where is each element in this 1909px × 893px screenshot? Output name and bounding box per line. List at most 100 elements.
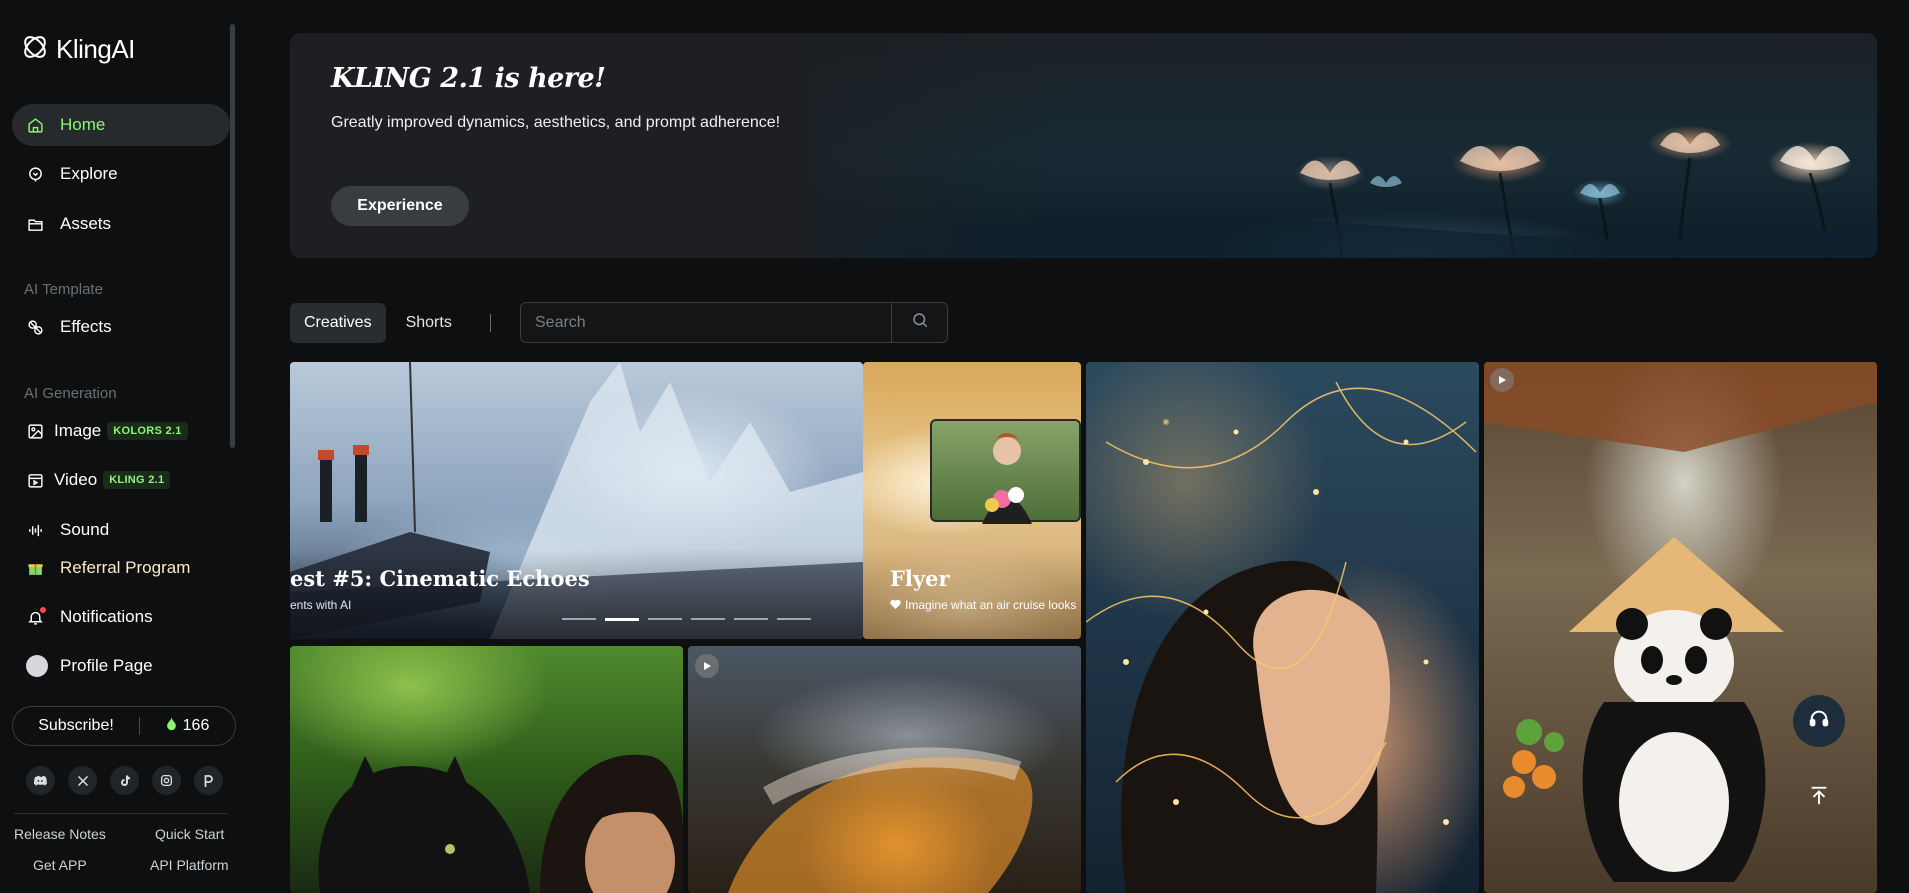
folder-icon (26, 215, 44, 233)
sidebar-item-label: Assets (60, 214, 112, 233)
carousel-subtitle: ents with AI (290, 598, 352, 612)
effects-icon (26, 318, 44, 336)
section-label-ai-generation: AI Generation (24, 385, 117, 402)
discord-icon[interactable] (26, 766, 55, 795)
carousel-dot[interactable] (691, 618, 725, 620)
api-platform-link[interactable]: API Platform (150, 857, 229, 873)
sidebar-item-label: Video (54, 470, 98, 489)
tiktok-icon[interactable] (110, 766, 139, 795)
tab-shorts[interactable]: Shorts (392, 303, 466, 343)
carousel-dot[interactable] (562, 618, 596, 620)
release-notes-link[interactable]: Release Notes (14, 826, 106, 842)
play-icon (695, 654, 719, 678)
get-app-link[interactable]: Get APP (33, 857, 87, 873)
sidebar-item-referral[interactable]: Referral Program (12, 547, 230, 589)
sidebar-item-image[interactable]: Image KOLORS 2.1 (12, 410, 230, 452)
bell-icon (26, 607, 46, 626)
sidebar-item-label: Home (60, 115, 106, 134)
heart-icon (890, 598, 901, 612)
panther-silhouette (318, 754, 683, 893)
gift-icon (26, 559, 44, 577)
notification-dot (40, 607, 46, 613)
p-icon[interactable] (194, 766, 223, 795)
carousel-dot[interactable] (777, 618, 811, 620)
social-links (26, 766, 223, 795)
hero-banner[interactable]: KLING 2.1 is here! Greatly improved dyna… (290, 33, 1877, 258)
sound-wave-icon (26, 521, 44, 539)
banner-title: KLING 2.1 is here! (331, 63, 606, 94)
sidebar: KlingAI Home Explore Assets AI Template (0, 0, 240, 893)
sparkle-girl-card[interactable] (1086, 362, 1479, 893)
sidebar-scrollbar[interactable] (230, 24, 235, 448)
x-icon[interactable] (68, 766, 97, 795)
carousel-title: est #5: Cinematic Echoes (290, 566, 590, 591)
flyer-card[interactable]: Flyer Imagine what an air cruise looks (863, 362, 1081, 639)
flyer-subtitle: Imagine what an air cruise looks (905, 598, 1077, 612)
sidebar-item-notifications[interactable]: Notifications (12, 596, 230, 638)
image-icon (26, 422, 44, 440)
tab-creatives[interactable]: Creatives (290, 303, 386, 343)
sidebar-item-label: Effects (60, 317, 112, 336)
credits-display[interactable]: 166 (140, 716, 235, 736)
subscribe-button[interactable]: Subscribe! (13, 717, 139, 735)
sidebar-item-label: Referral Program (60, 558, 191, 577)
banner-subtitle: Greatly improved dynamics, aesthetics, a… (331, 114, 781, 131)
croissant-shape (728, 747, 1033, 893)
carousel-dot-active[interactable] (605, 618, 639, 621)
content-tabs: Creatives Shorts (290, 303, 505, 343)
sidebar-item-effects[interactable]: Effects (12, 306, 230, 348)
croissant-card[interactable] (688, 646, 1081, 893)
tab-divider (489, 314, 491, 332)
section-label-ai-template: AI Template (24, 281, 103, 298)
flyer-window-image (930, 419, 1081, 524)
instagram-icon[interactable] (152, 766, 181, 795)
model-badge: KOLORS 2.1 (107, 422, 188, 440)
sidebar-item-label: Profile Page (60, 656, 153, 675)
flyer-title: Flyer (890, 566, 950, 591)
sidebar-item-home[interactable]: Home (12, 104, 230, 146)
quick-start-link[interactable]: Quick Start (155, 826, 224, 842)
sidebar-item-label: Notifications (60, 607, 153, 626)
explore-icon (26, 165, 44, 183)
support-button[interactable] (1793, 695, 1845, 747)
panda-shape (1484, 362, 1877, 882)
headset-icon (1808, 708, 1830, 735)
banner-gradient (690, 33, 1070, 258)
home-icon (26, 116, 44, 134)
video-icon (26, 471, 44, 489)
scroll-to-top-button[interactable] (1806, 785, 1832, 811)
sidebar-item-label: Sound (60, 520, 110, 539)
app-root: KlingAI Home Explore Assets AI Template (0, 0, 1909, 893)
carousel-dot[interactable] (734, 618, 768, 620)
sidebar-item-profile[interactable]: Profile Page (12, 645, 230, 687)
arrow-up-icon (1808, 785, 1830, 812)
carousel-dots (562, 618, 811, 621)
search-icon (911, 311, 929, 334)
sidebar-item-label: Image (54, 421, 102, 440)
caption-gradient (290, 549, 863, 639)
credits-leaf-icon (166, 716, 177, 736)
avatar (26, 655, 48, 677)
subscribe-box: Subscribe! 166 (12, 706, 236, 746)
panther-card[interactable] (290, 646, 683, 893)
search-input[interactable] (521, 303, 891, 342)
carousel-card[interactable]: est #5: Cinematic Echoes ents with AI (290, 362, 863, 639)
caption-gradient (863, 549, 1081, 639)
carousel-dot[interactable] (648, 618, 682, 620)
footer-divider (14, 813, 227, 814)
sidebar-item-assets[interactable]: Assets (12, 203, 230, 245)
logo-text: KlingAI (56, 34, 135, 64)
sidebar-item-label: Explore (60, 164, 118, 183)
search-button[interactable] (891, 303, 947, 342)
kling-logo-icon (20, 32, 50, 67)
logo[interactable]: KlingAI (20, 32, 135, 67)
sidebar-item-explore[interactable]: Explore (12, 153, 230, 195)
sidebar-item-sound[interactable]: Sound (12, 509, 230, 551)
sidebar-item-video[interactable]: Video KLING 2.1 (12, 459, 230, 501)
experience-button[interactable]: Experience (331, 186, 469, 226)
play-icon (1490, 368, 1514, 392)
panda-card[interactable] (1484, 362, 1877, 893)
sparkle-girl-shape (1086, 381, 1477, 893)
flyer-subtitle-row: Imagine what an air cruise looks (890, 598, 1076, 612)
model-badge: KLING 2.1 (103, 471, 171, 489)
